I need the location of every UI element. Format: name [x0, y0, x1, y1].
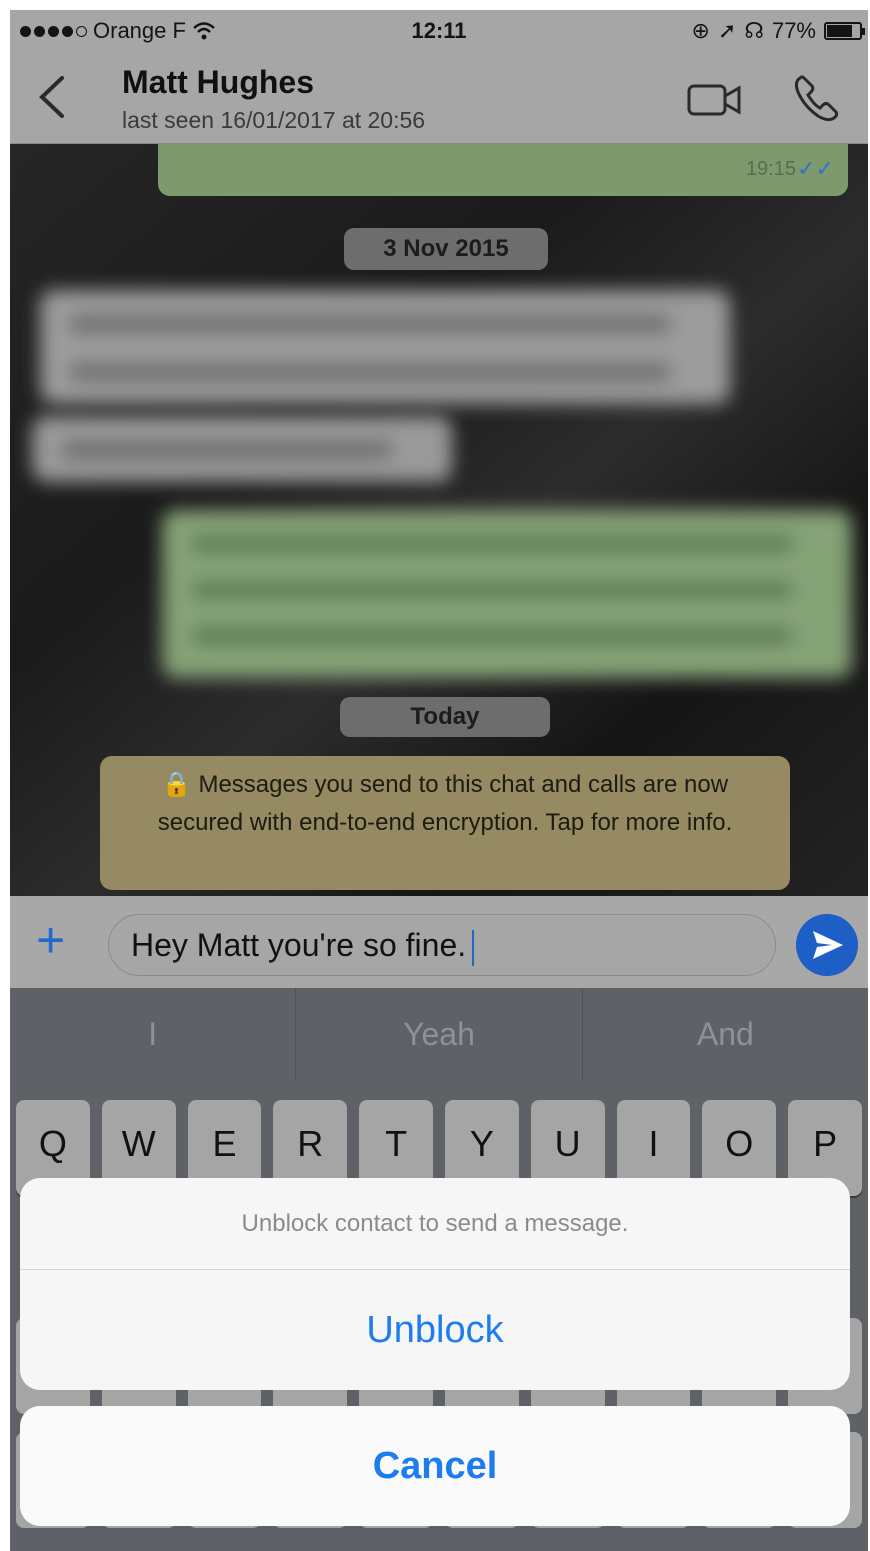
encryption-notice[interactable]: 🔒 Messages you send to this chat and cal…	[100, 756, 790, 890]
received-message-bubble[interactable]	[40, 290, 730, 404]
headphones-icon: ☊	[744, 18, 764, 43]
chat-area[interactable]: 19:15 ✓✓ 3 Nov 2015 Today 🔒 Messages you…	[10, 144, 868, 896]
chat-header: Matt Hughes last seen 16/01/2017 at 20:5…	[10, 52, 868, 144]
video-call-icon[interactable]	[685, 80, 745, 120]
contact-name[interactable]: Matt Hughes	[122, 64, 314, 101]
received-message-bubble[interactable]	[32, 416, 452, 482]
status-right: ⊕ ➚ ☊ 77%	[691, 18, 865, 44]
rotation-lock-icon: ⊕	[691, 18, 710, 43]
text-caret	[472, 929, 475, 966]
read-receipt-icon: ✓✓	[797, 156, 834, 181]
phone-call-icon[interactable]	[792, 72, 842, 122]
message-input[interactable]: Hey Matt you're so fine.	[108, 914, 776, 976]
date-divider-today: Today	[340, 697, 550, 737]
predictive-bar: I Yeah And	[10, 988, 868, 1080]
unblock-button[interactable]: Unblock	[20, 1270, 850, 1390]
sent-message-bubble[interactable]: 19:15 ✓✓	[158, 144, 848, 196]
battery-icon	[824, 22, 865, 40]
last-seen-label: last seen 16/01/2017 at 20:56	[122, 107, 426, 133]
sent-message-bubble[interactable]	[162, 510, 852, 678]
action-sheet-message: Unblock contact to send a message.	[20, 1178, 850, 1270]
message-time: 19:15	[745, 158, 796, 180]
back-chevron-icon[interactable]	[32, 72, 72, 122]
prediction-3[interactable]: And	[583, 988, 868, 1080]
date-divider: 3 Nov 2015	[344, 228, 548, 270]
message-input-bar: + Hey Matt you're so fine.	[10, 896, 868, 988]
prediction-1[interactable]: I	[10, 988, 297, 1080]
attach-plus-icon[interactable]: +	[36, 912, 65, 968]
send-button-icon[interactable]	[796, 914, 858, 976]
status-bar: Orange F 12:11 ⊕ ➚ ☊ 77%	[10, 10, 868, 52]
prediction-2[interactable]: Yeah	[296, 988, 583, 1080]
cancel-button[interactable]: Cancel	[20, 1406, 850, 1526]
location-icon: ➚	[717, 18, 737, 43]
message-input-text: Hey Matt you're so fine.	[131, 927, 467, 963]
unblock-action-sheet: Unblock contact to send a message. Unblo…	[20, 1178, 850, 1390]
battery-percent: 77%	[771, 18, 816, 43]
